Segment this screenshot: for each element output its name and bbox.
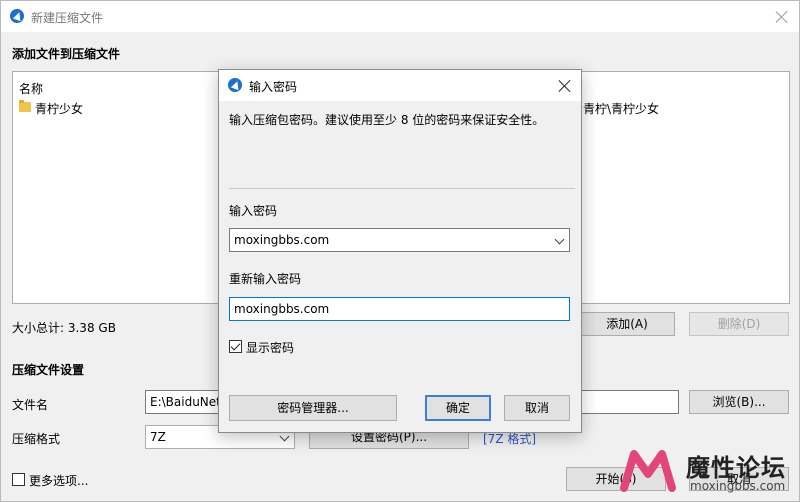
show-password-label[interactable]: 显示密码	[246, 339, 294, 356]
watermark-logo-icon	[620, 450, 676, 492]
main-title: 新建压缩文件	[31, 11, 104, 25]
list-item-path: 青柠\青柠少女	[583, 102, 660, 116]
list-item-name: 青柠少女	[35, 102, 84, 116]
ok-button[interactable]: 确定	[425, 395, 491, 421]
folder-icon	[19, 100, 31, 112]
dialog-cancel-button[interactable]: 取消	[504, 395, 570, 421]
app-logo-icon	[10, 9, 24, 23]
dialog-logo-icon	[228, 78, 242, 92]
dialog-hint: 输入压缩包密码。建议使用至少 8 位的密码来保证安全性。	[229, 113, 545, 127]
watermark-text: 魔性论坛	[686, 454, 786, 482]
column-name-header: 名称	[19, 82, 44, 96]
browse-button[interactable]: 浏览(B)...	[689, 390, 789, 414]
total-size: 大小总计: 3.38 GB	[12, 321, 116, 335]
format-select-value: 7Z	[150, 430, 166, 444]
chevron-down-icon	[279, 431, 290, 442]
password-value: moxingbbs.com	[234, 233, 330, 247]
filename-label: 文件名	[12, 398, 49, 412]
watermark: 魔性论坛 moxingbbs.com	[620, 446, 798, 500]
dialog-divider	[229, 188, 575, 189]
format-label: 压缩格式	[12, 432, 61, 446]
section-settings: 压缩文件设置	[12, 363, 85, 377]
more-options-label[interactable]: 更多选项...	[29, 472, 88, 489]
add-button[interactable]: 添加(A)	[579, 312, 675, 336]
more-options-checkbox[interactable]	[12, 473, 25, 486]
section-add-files: 添加文件到压缩文件	[12, 47, 121, 61]
watermark-url: moxingbbs.com	[690, 479, 786, 493]
delete-button[interactable]: 删除(D)	[689, 312, 789, 336]
dialog-close-icon[interactable]	[557, 78, 573, 94]
password-dialog: 输入密码 输入压缩包密码。建议使用至少 8 位的密码来保证安全性。 输入密码 m…	[218, 69, 582, 433]
chevron-down-icon	[554, 234, 565, 245]
dialog-titlebar: 输入密码	[219, 70, 581, 101]
show-password-checkbox[interactable]	[229, 340, 242, 353]
main-close-icon[interactable]	[774, 9, 790, 25]
password-manager-button[interactable]: 密码管理器...	[229, 395, 397, 421]
password-label: 输入密码	[229, 204, 278, 218]
password-input[interactable]: moxingbbs.com	[229, 228, 570, 252]
dialog-title: 输入密码	[249, 80, 298, 94]
main-titlebar: 新建压缩文件	[1, 1, 799, 32]
confirm-password-label: 重新输入密码	[229, 272, 302, 286]
confirm-password-input[interactable]: moxingbbs.com	[229, 297, 570, 321]
